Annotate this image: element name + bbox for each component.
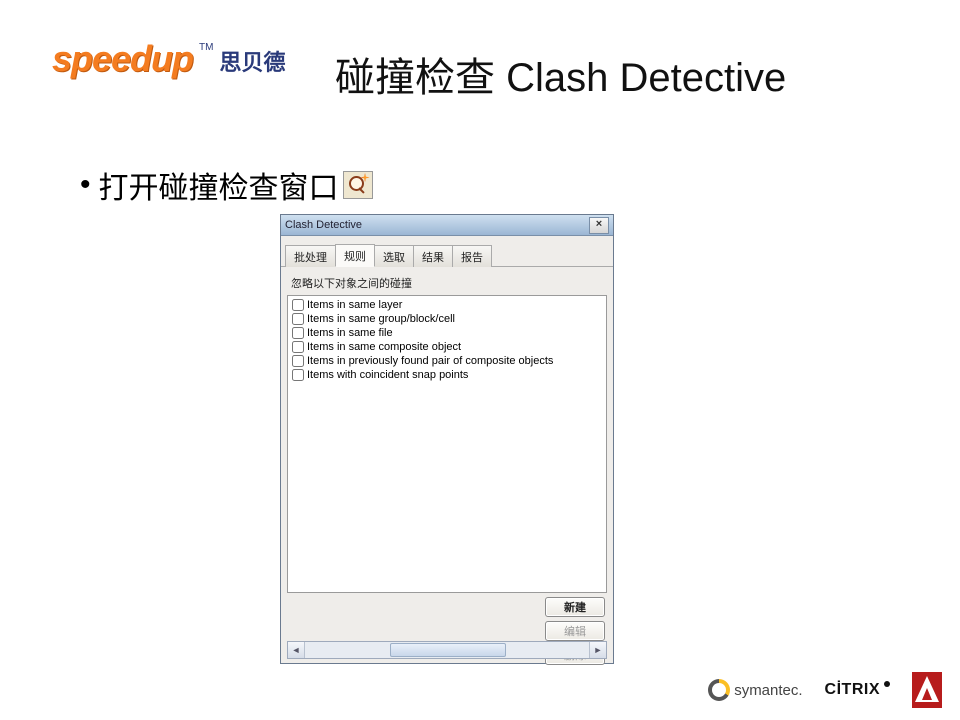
rule-checkbox[interactable] xyxy=(292,327,304,339)
page-title: 碰撞检查 Clash Detective xyxy=(335,45,786,103)
symantec-logo: symantec. xyxy=(708,679,802,701)
bullet-line: • 打开碰撞检查窗口 xyxy=(80,163,373,207)
bullet-text: 打开碰撞检查窗口 xyxy=(99,163,339,207)
rule-label: Items in same composite object xyxy=(307,341,461,353)
tab-batch[interactable]: 批处理 xyxy=(285,245,336,267)
tabstrip: 批处理 规则 选取 结果 报告 xyxy=(281,236,613,267)
symantec-text: symantec. xyxy=(734,682,802,699)
list-item[interactable]: Items in previously found pair of compos… xyxy=(288,354,606,368)
citrix-text: CİTRIX xyxy=(825,681,880,699)
list-item[interactable]: Items with coincident snap points xyxy=(288,368,606,382)
list-item[interactable]: Items in same group/block/cell xyxy=(288,312,606,326)
tab-report[interactable]: 报告 xyxy=(452,245,492,267)
rule-checkbox[interactable] xyxy=(292,341,304,353)
rule-checkbox[interactable] xyxy=(292,313,304,325)
rule-label: Items in previously found pair of compos… xyxy=(307,355,553,367)
rule-label: Items with coincident snap points xyxy=(307,369,468,381)
citrix-dot-icon xyxy=(884,681,890,687)
bullet-mark: • xyxy=(80,168,91,202)
clash-detective-window: Clash Detective × 批处理 规则 选取 结果 报告 忽略以下对象… xyxy=(280,214,614,664)
rule-label: Items in same file xyxy=(307,327,393,339)
window-title: Clash Detective xyxy=(285,219,362,231)
edit-button[interactable]: 编辑 xyxy=(545,621,605,641)
scroll-right-icon[interactable]: ► xyxy=(589,642,606,658)
rule-label: Items in same group/block/cell xyxy=(307,313,455,325)
brand-logo: speedup TM 思贝德 xyxy=(52,38,286,80)
scroll-track[interactable] xyxy=(305,642,589,658)
list-item[interactable]: Items in same file xyxy=(288,326,606,340)
symantec-mark-icon xyxy=(708,679,730,701)
close-icon[interactable]: × xyxy=(589,217,609,234)
new-button[interactable]: 新建 xyxy=(545,597,605,617)
rule-checkbox[interactable] xyxy=(292,355,304,367)
rule-checkbox[interactable] xyxy=(292,299,304,311)
scroll-left-icon[interactable]: ◄ xyxy=(288,642,305,658)
rule-label: Items in same layer xyxy=(307,299,402,311)
rule-checkbox[interactable] xyxy=(292,369,304,381)
footer-logos: symantec. CİTRIX xyxy=(708,672,942,708)
rules-panel: 忽略以下对象之间的碰撞 Items in same layer Items in… xyxy=(281,267,613,593)
rules-items-pane: Items in same layer Items in same group/… xyxy=(287,295,607,593)
logo-text-cn: 思贝德 xyxy=(219,45,285,80)
rules-panel-subtitle: 忽略以下对象之间的碰撞 xyxy=(287,273,607,295)
adobe-logo-icon xyxy=(912,672,942,708)
spark-icon xyxy=(361,173,370,182)
list-item[interactable]: Items in same composite object xyxy=(288,340,606,354)
citrix-logo: CİTRIX xyxy=(825,681,890,699)
horizontal-scrollbar[interactable]: ◄ ► xyxy=(287,641,607,659)
tab-select[interactable]: 选取 xyxy=(374,245,414,267)
clash-detective-toolbar-icon[interactable] xyxy=(343,171,373,199)
logo-tm: TM xyxy=(199,38,213,53)
tab-results[interactable]: 结果 xyxy=(413,245,453,267)
tab-rules[interactable]: 规则 xyxy=(335,244,375,267)
window-titlebar[interactable]: Clash Detective × xyxy=(281,215,613,236)
list-item[interactable]: Items in same layer xyxy=(288,298,606,312)
scroll-thumb[interactable] xyxy=(390,643,506,657)
logo-text-en: speedup xyxy=(52,38,193,80)
